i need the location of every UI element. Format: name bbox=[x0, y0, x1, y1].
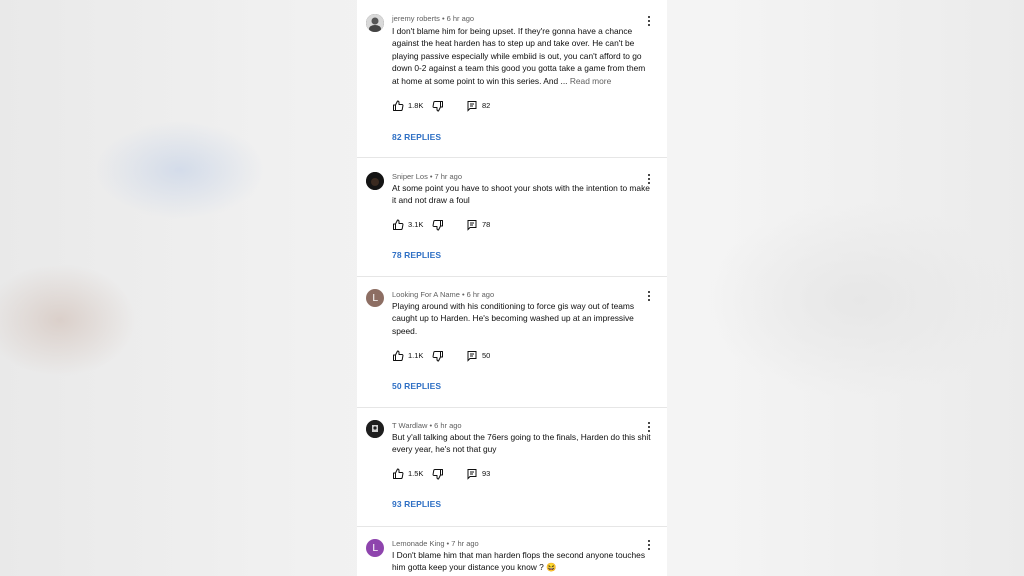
comment-meta: Sniper Los • 7 hr ago bbox=[392, 172, 462, 181]
comments-panel: jeremy roberts • 6 hr ago I don't blame hi… bbox=[357, 0, 667, 576]
read-more-link[interactable]: Read more bbox=[570, 76, 611, 86]
comment-icon[interactable] bbox=[466, 218, 478, 231]
like-count: 1.8K bbox=[408, 100, 424, 110]
thumb-down-icon[interactable] bbox=[432, 467, 444, 480]
timestamp: 7 hr ago bbox=[434, 172, 463, 181]
comment-meta: T Wardlaw • 6 hr ago bbox=[392, 421, 462, 430]
separator-dot: • bbox=[429, 172, 433, 181]
author-name[interactable]: jeremy roberts bbox=[392, 14, 440, 23]
thumb-up-icon[interactable] bbox=[392, 99, 404, 111]
like-count: 3.1K bbox=[408, 219, 424, 229]
like-count: 1.1K bbox=[408, 350, 424, 360]
comment-body: But y'all talking about the 76ers going … bbox=[392, 432, 651, 455]
thumb-down-icon[interactable] bbox=[432, 99, 444, 112]
comment-item: T Wardlaw • 6 hr ago But y'all talking abo… bbox=[357, 408, 667, 527]
comment-meta: Lemonade King • 7 hr ago bbox=[392, 539, 479, 548]
avatar[interactable] bbox=[366, 172, 384, 190]
thumb-up-icon[interactable] bbox=[392, 467, 404, 479]
separator-dot: • bbox=[461, 290, 465, 299]
author-name[interactable]: Lemonade King bbox=[392, 539, 445, 548]
separator-dot: • bbox=[441, 14, 445, 23]
reply-count: 82 bbox=[482, 100, 491, 110]
author-name[interactable]: Sniper Los bbox=[392, 172, 428, 181]
reply-count: 93 bbox=[482, 468, 491, 478]
comment-icon[interactable] bbox=[466, 349, 478, 362]
comment-actions: 1.8K 82 bbox=[392, 98, 490, 112]
comment-actions: 1.1K 50 bbox=[392, 348, 490, 362]
comment-meta: Looking For A Name • 6 hr ago bbox=[392, 290, 494, 299]
avatar[interactable]: L bbox=[366, 539, 384, 557]
thumb-up-icon[interactable] bbox=[392, 349, 404, 361]
comment-icon[interactable] bbox=[466, 99, 478, 112]
timestamp: 6 hr ago bbox=[466, 290, 495, 299]
comment-text: At some point you have to shoot your sho… bbox=[392, 182, 654, 207]
like-count: 1.5K bbox=[408, 468, 424, 478]
reply-count: 50 bbox=[482, 350, 491, 360]
avatar-initial: L bbox=[372, 542, 378, 554]
avatar[interactable]: L bbox=[366, 289, 384, 307]
view-replies-button[interactable]: 93 REPLIES bbox=[392, 499, 441, 509]
timestamp: 6 hr ago bbox=[434, 421, 462, 430]
comment-meta: jeremy roberts • 6 hr ago bbox=[392, 14, 474, 23]
avatar[interactable] bbox=[366, 14, 384, 32]
comment-item: L Lemonade King • 7 hr ago I Don't blame h… bbox=[357, 527, 667, 576]
timestamp: 7 hr ago bbox=[451, 539, 479, 548]
comment-actions: 3.1K 78 bbox=[392, 217, 490, 231]
comment-body: Playing around with his conditioning to … bbox=[392, 301, 635, 336]
avatar[interactable] bbox=[366, 420, 384, 438]
comment-text: I don't blame him for being upset. If th… bbox=[392, 25, 654, 87]
thumb-down-icon[interactable] bbox=[432, 349, 444, 362]
comment-body: I Don't blame him that man harden flops … bbox=[392, 550, 646, 573]
thumb-down-icon[interactable] bbox=[432, 218, 444, 231]
comment-item: L Looking For A Name • 6 hr ago Playing ar… bbox=[357, 277, 667, 408]
comment-icon[interactable] bbox=[466, 467, 478, 480]
comment-text: But y'all talking about the 76ers going … bbox=[392, 431, 654, 456]
comment-item: Sniper Los • 7 hr ago At some point you ha… bbox=[357, 158, 667, 277]
thumb-up-icon[interactable] bbox=[392, 218, 404, 230]
reply-count: 78 bbox=[482, 219, 491, 229]
author-name[interactable]: T Wardlaw bbox=[392, 421, 427, 430]
view-replies-button[interactable]: 82 REPLIES bbox=[392, 132, 441, 142]
comment-text: I Don't blame him that man harden flops … bbox=[392, 549, 654, 574]
avatar-initial: L bbox=[372, 292, 378, 304]
timestamp: 6 hr ago bbox=[446, 14, 475, 23]
comment-body: At some point you have to shoot your sho… bbox=[392, 183, 650, 206]
author-name[interactable]: Looking For A Name bbox=[392, 290, 460, 299]
view-replies-button[interactable]: 78 REPLIES bbox=[392, 250, 441, 260]
view-replies-button[interactable]: 50 REPLIES bbox=[392, 381, 441, 391]
comment-text: Playing around with his conditioning to … bbox=[392, 300, 654, 337]
comment-item: jeremy roberts • 6 hr ago I don't blame hi… bbox=[357, 0, 667, 158]
comment-actions: 1.5K 93 bbox=[392, 466, 490, 480]
